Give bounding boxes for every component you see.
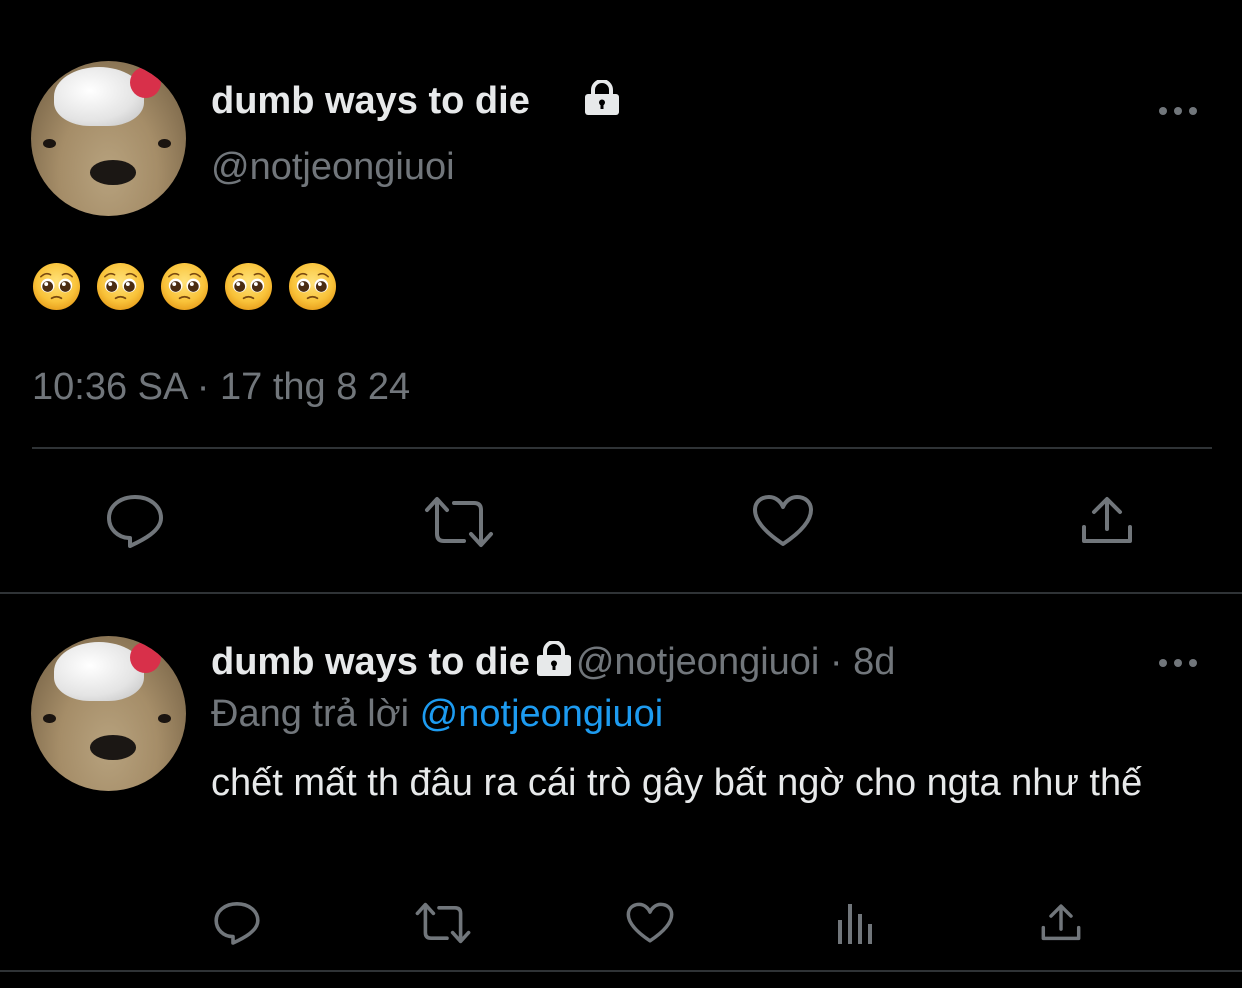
more-dots-icon[interactable] bbox=[1158, 101, 1198, 121]
bottom-divider bbox=[0, 970, 1242, 972]
tweet-thread: dumb ways to die @notjeongiuoi 10:36 SA … bbox=[0, 0, 1242, 988]
share-icon[interactable] bbox=[1080, 495, 1134, 547]
reply-bubble-icon[interactable] bbox=[213, 900, 261, 946]
eye-right bbox=[158, 138, 171, 148]
share-icon[interactable] bbox=[1040, 903, 1082, 943]
reply-header: dumb ways to die @notjeongiuoi · 8d bbox=[211, 641, 895, 684]
pleading-face-emoji bbox=[32, 262, 81, 311]
divider bbox=[32, 447, 1212, 449]
pleading-face-emoji bbox=[96, 262, 145, 311]
heart-icon[interactable] bbox=[626, 902, 674, 944]
avatar[interactable] bbox=[31, 636, 186, 791]
more-dots-icon[interactable] bbox=[1158, 653, 1198, 673]
lock-icon bbox=[585, 80, 619, 115]
section-divider bbox=[0, 592, 1242, 594]
dog-nose bbox=[89, 735, 137, 760]
pleading-face-emoji bbox=[288, 262, 337, 311]
replying-label: Đang trả lời bbox=[211, 693, 410, 735]
lock-icon bbox=[530, 641, 576, 677]
avatar[interactable] bbox=[31, 61, 186, 216]
heart-icon[interactable] bbox=[752, 494, 814, 548]
eye-left bbox=[43, 138, 56, 148]
replying-to: Đang trả lời @notjeongiuoi bbox=[211, 693, 663, 736]
tweet-age[interactable]: 8d bbox=[853, 641, 895, 683]
eye-left bbox=[43, 713, 56, 723]
retweet-icon[interactable] bbox=[424, 496, 494, 548]
display-name[interactable]: dumb ways to die bbox=[211, 80, 530, 123]
eye-right bbox=[158, 713, 171, 723]
user-handle[interactable]: @notjeongiuoi bbox=[211, 146, 455, 189]
views-bar-chart-icon[interactable] bbox=[836, 902, 876, 944]
dog-nose bbox=[89, 160, 137, 185]
reply-text: chết mất th đâu ra cái trò gây bất ngờ c… bbox=[211, 762, 1143, 804]
mention-link[interactable]: @notjeongiuoi bbox=[420, 693, 664, 735]
user-handle[interactable]: @notjeongiuoi bbox=[576, 641, 820, 683]
tweet-timestamp[interactable]: 10:36 SA · 17 thg 8 24 bbox=[32, 366, 410, 409]
separator: · bbox=[829, 641, 843, 683]
strawberry bbox=[130, 642, 162, 674]
pleading-face-emoji bbox=[160, 262, 209, 311]
strawberry bbox=[130, 67, 162, 99]
display-name[interactable]: dumb ways to die bbox=[211, 641, 530, 683]
retweet-icon[interactable] bbox=[415, 902, 471, 944]
tweet-text bbox=[32, 262, 337, 311]
reply-bubble-icon[interactable] bbox=[105, 493, 165, 549]
pleading-face-emoji bbox=[224, 262, 273, 311]
